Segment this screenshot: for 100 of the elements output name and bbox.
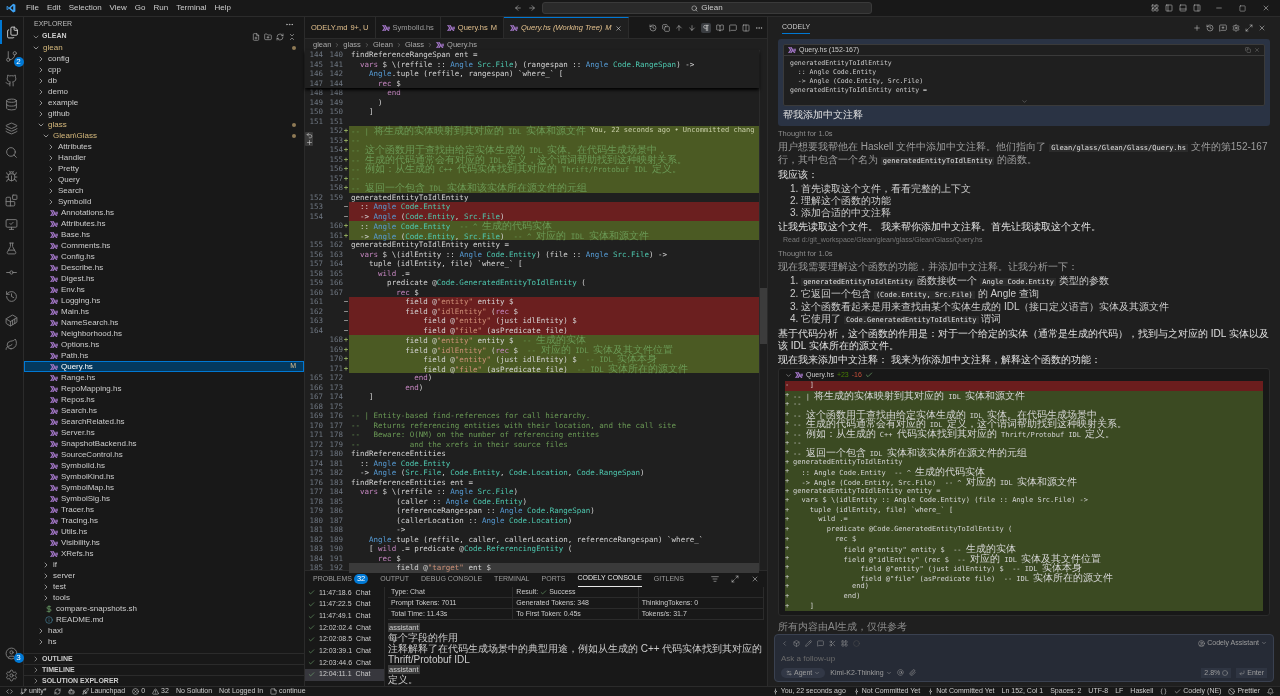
tree-item[interactable]: Main.hs — [24, 306, 304, 317]
new-folder-icon[interactable] — [264, 32, 272, 41]
menu-item[interactable]: Run — [149, 2, 173, 14]
tree-item[interactable]: Visibility.hs — [24, 537, 304, 548]
panel-right-icon[interactable] — [1193, 4, 1201, 12]
collapse-icon[interactable] — [288, 32, 296, 41]
tree-item[interactable]: Tracer.hs — [24, 504, 304, 515]
tree-item[interactable]: Neighborhood.hs — [24, 328, 304, 339]
at-icon[interactable] — [896, 669, 904, 677]
tree-item[interactable]: Annotations.hs — [24, 207, 304, 218]
tree-item[interactable]: Pretty — [24, 163, 304, 174]
tree-item[interactable]: glean — [24, 42, 304, 53]
chevron-left-icon[interactable] — [781, 639, 788, 647]
tree-item[interactable]: Search — [24, 185, 304, 196]
arrow-down-icon[interactable] — [688, 23, 696, 32]
split-icon[interactable] — [742, 23, 750, 32]
tree-item[interactable]: Glean\Glass — [24, 130, 304, 141]
attach-icon[interactable] — [908, 669, 916, 677]
tree-item[interactable]: Handler — [24, 152, 304, 163]
tree-item[interactable]: XRefs.hs — [24, 548, 304, 559]
tree-item[interactable]: SymbolId — [24, 196, 304, 207]
close-icon[interactable] — [1258, 24, 1266, 32]
cube-icon[interactable] — [793, 639, 800, 647]
comment-icon[interactable] — [817, 639, 824, 647]
tree-item[interactable]: demo — [24, 86, 304, 97]
tree-item[interactable]: SymbolKind.hs — [24, 471, 304, 482]
settings-icon[interactable] — [1232, 24, 1240, 32]
arrow-up-icon[interactable] — [675, 23, 683, 32]
tree-item[interactable]: SourceControl.hs — [24, 449, 304, 460]
tree-item[interactable]: SearchRelated.hs — [24, 416, 304, 427]
search-field[interactable]: Glean — [541, 2, 872, 14]
tree-item[interactable]: Config.hs — [24, 251, 304, 262]
status-item[interactable] — [1160, 688, 1168, 695]
close-icon[interactable] — [1262, 4, 1270, 12]
tree-item[interactable]: Attributes.hs — [24, 218, 304, 229]
tree-item[interactable]: README.md — [24, 614, 304, 625]
status-item[interactable] — [1267, 688, 1274, 695]
menu-item[interactable]: Selection — [64, 2, 106, 14]
chevron-down-icon[interactable] — [785, 371, 792, 379]
chevron-down-icon[interactable] — [1020, 98, 1028, 105]
menu-item[interactable]: File — [22, 2, 43, 14]
copy-icon[interactable] — [662, 23, 670, 32]
settings-icon[interactable] — [5, 668, 18, 682]
tree-item[interactable]: Tracing.hs — [24, 515, 304, 526]
menu-item[interactable]: Go — [130, 2, 150, 14]
maximize-icon[interactable] — [1245, 24, 1253, 32]
plus-icon[interactable] — [1193, 24, 1201, 32]
tree-item[interactable]: Env.hs — [24, 284, 304, 295]
pilcrow-icon[interactable] — [701, 22, 711, 33]
tree-item[interactable]: Server.hs — [24, 427, 304, 438]
tree-item[interactable]: glass — [24, 119, 304, 130]
tree-item[interactable]: Base.hs — [24, 229, 304, 240]
tree-item[interactable]: compare-snapshots.sh — [24, 603, 304, 614]
minimize-icon[interactable] — [1215, 4, 1223, 12]
maximize-icon[interactable] — [731, 575, 739, 583]
refresh-icon[interactable] — [276, 32, 284, 41]
tree-item[interactable]: SymbolId.hs — [24, 460, 304, 471]
layout-icon[interactable] — [1151, 4, 1159, 12]
tree-item[interactable]: hs — [24, 636, 304, 647]
tree-item[interactable]: Options.hs — [24, 339, 304, 350]
scrollbar-thumb[interactable] — [760, 288, 767, 344]
new-file-icon[interactable] — [252, 32, 260, 41]
menu-item[interactable]: Terminal — [172, 2, 211, 14]
panel-left-icon[interactable] — [1165, 4, 1173, 12]
plus-icon[interactable] — [305, 139, 313, 146]
tree-item[interactable]: Repos.hs — [24, 394, 304, 405]
pencil-icon[interactable] — [805, 639, 812, 647]
tree-item[interactable]: haxl — [24, 625, 304, 636]
menu-item[interactable]: View — [105, 2, 131, 14]
status-item[interactable] — [53, 688, 61, 695]
tree-item[interactable]: tools — [24, 592, 304, 603]
undo-icon[interactable] — [305, 132, 313, 139]
status-item[interactable] — [67, 688, 75, 695]
tree-item[interactable]: Describe.hs — [24, 262, 304, 273]
grid-icon[interactable] — [841, 639, 848, 647]
scissors-icon[interactable] — [829, 639, 836, 647]
tree-item[interactable]: Comments.hs — [24, 240, 304, 251]
tree-item[interactable]: Range.hs — [24, 372, 304, 383]
tree-item[interactable]: Search.hs — [24, 405, 304, 416]
tree-item[interactable]: db — [24, 75, 304, 86]
menu-item[interactable]: Edit — [42, 2, 65, 14]
close-icon[interactable] — [614, 24, 622, 32]
tree-item[interactable]: NameSearch.hs — [24, 317, 304, 328]
tree-item[interactable]: if — [24, 559, 304, 570]
comment-icon[interactable] — [729, 23, 737, 32]
book-icon[interactable] — [716, 23, 724, 32]
diff-actions[interactable] — [305, 132, 313, 146]
forward-icon[interactable] — [527, 4, 536, 12]
menu-item[interactable]: Help — [210, 2, 235, 14]
accounts-button[interactable]: 3 — [0, 642, 24, 664]
activity-item[interactable]: 2 — [0, 44, 24, 68]
tree-item[interactable]: Utils.hs — [24, 526, 304, 537]
chat-icon[interactable] — [1219, 24, 1227, 32]
tree-item[interactable]: Path.hs — [24, 350, 304, 361]
tree-item[interactable]: test — [24, 581, 304, 592]
tree-item[interactable]: example — [24, 97, 304, 108]
tree-item[interactable]: Digest.hs — [24, 273, 304, 284]
tree-item[interactable]: SymbolMap.hs — [24, 482, 304, 493]
tree-item[interactable]: RepoMapping.hs — [24, 383, 304, 394]
back-icon[interactable] — [513, 4, 522, 12]
